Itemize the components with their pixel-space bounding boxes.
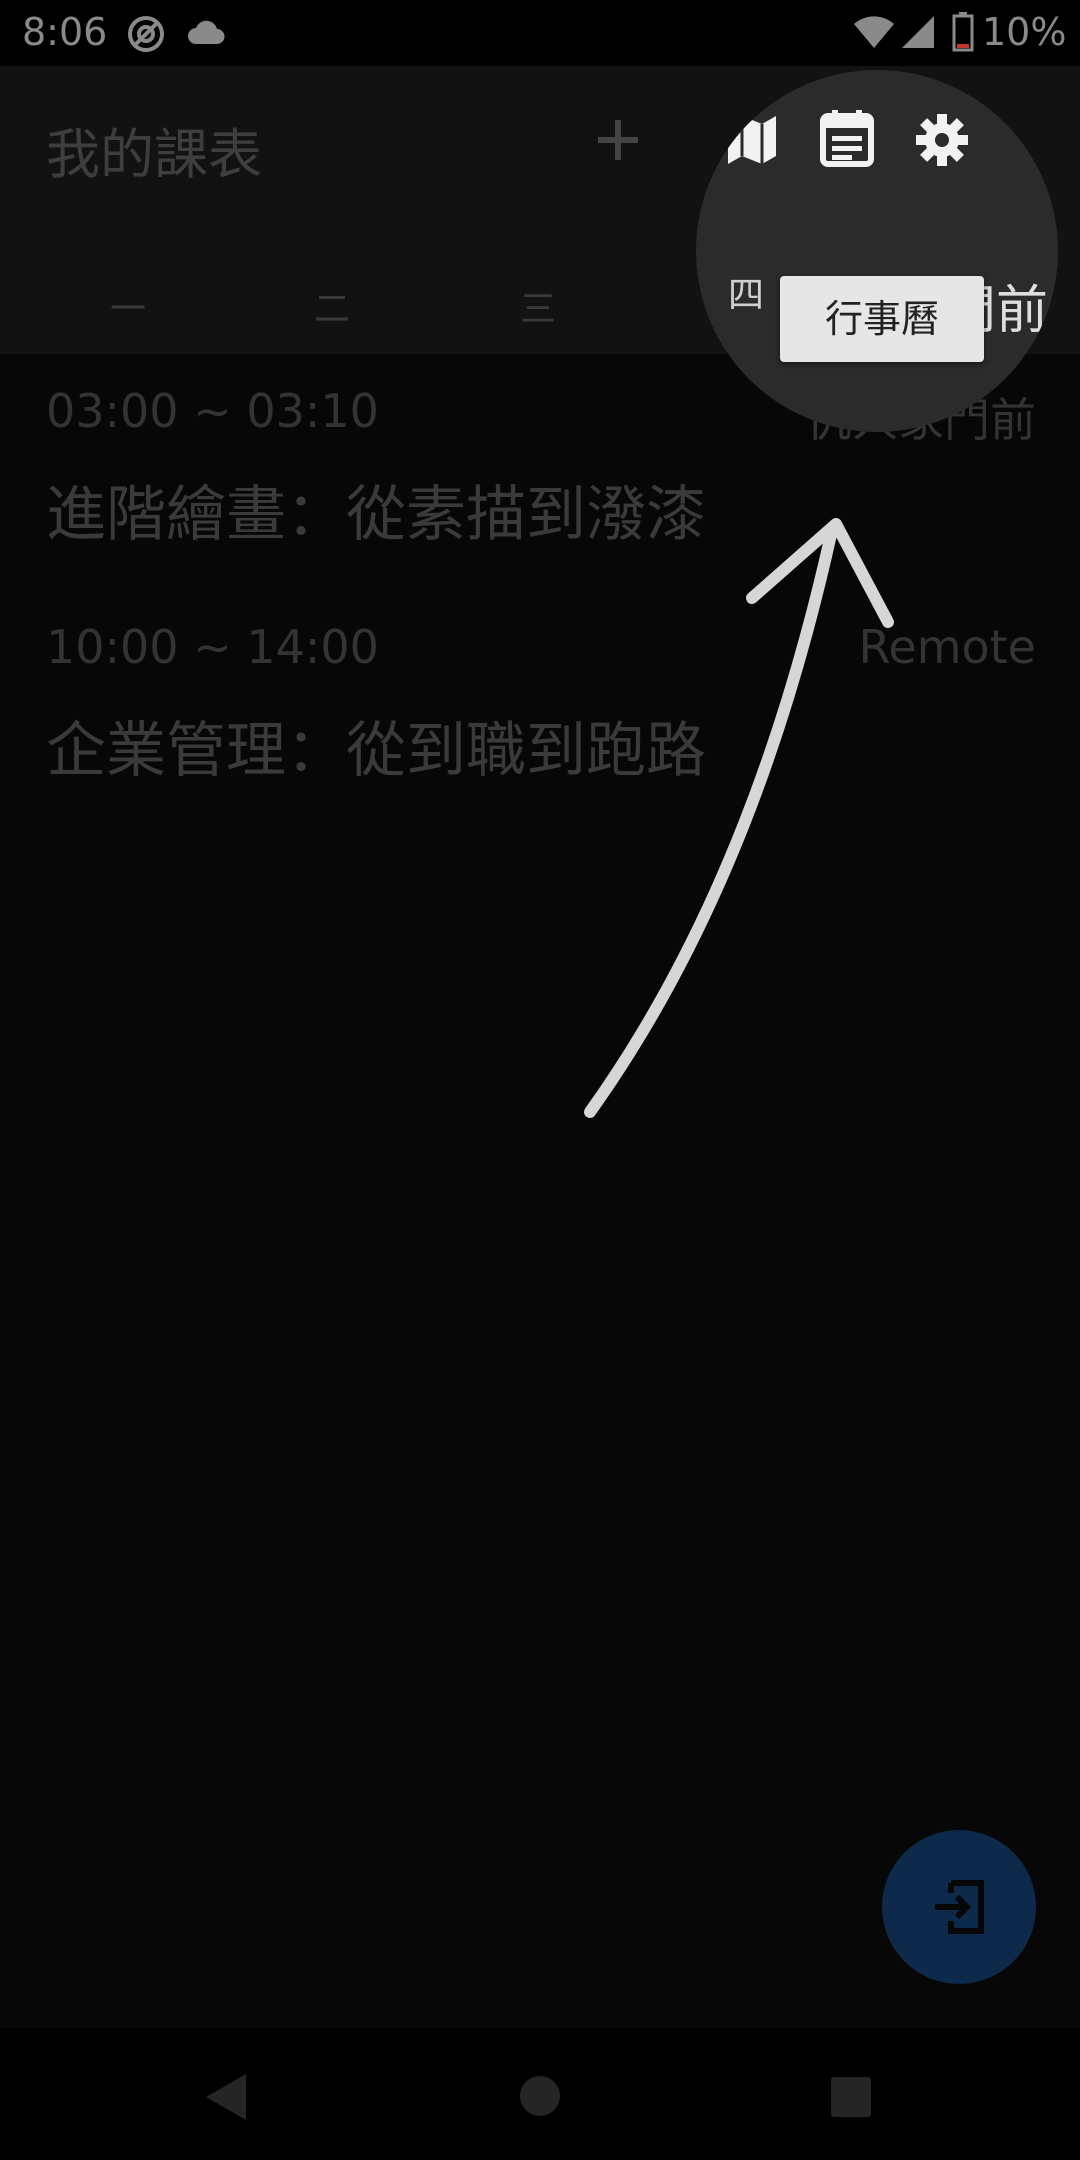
nav-bar <box>0 2028 1080 2160</box>
tutorial-arrow <box>584 518 894 1118</box>
exit-fab[interactable] <box>882 1830 1036 1984</box>
recents-icon[interactable] <box>830 2076 872 2118</box>
home-icon[interactable] <box>518 2074 562 2118</box>
back-icon[interactable] <box>204 2072 248 2122</box>
exit-icon <box>935 1880 984 1934</box>
screen: 8:06 10% 我的課表 一 二 三 03:00 ~ 03:10 進階繪畫：從… <box>0 0 1080 2160</box>
